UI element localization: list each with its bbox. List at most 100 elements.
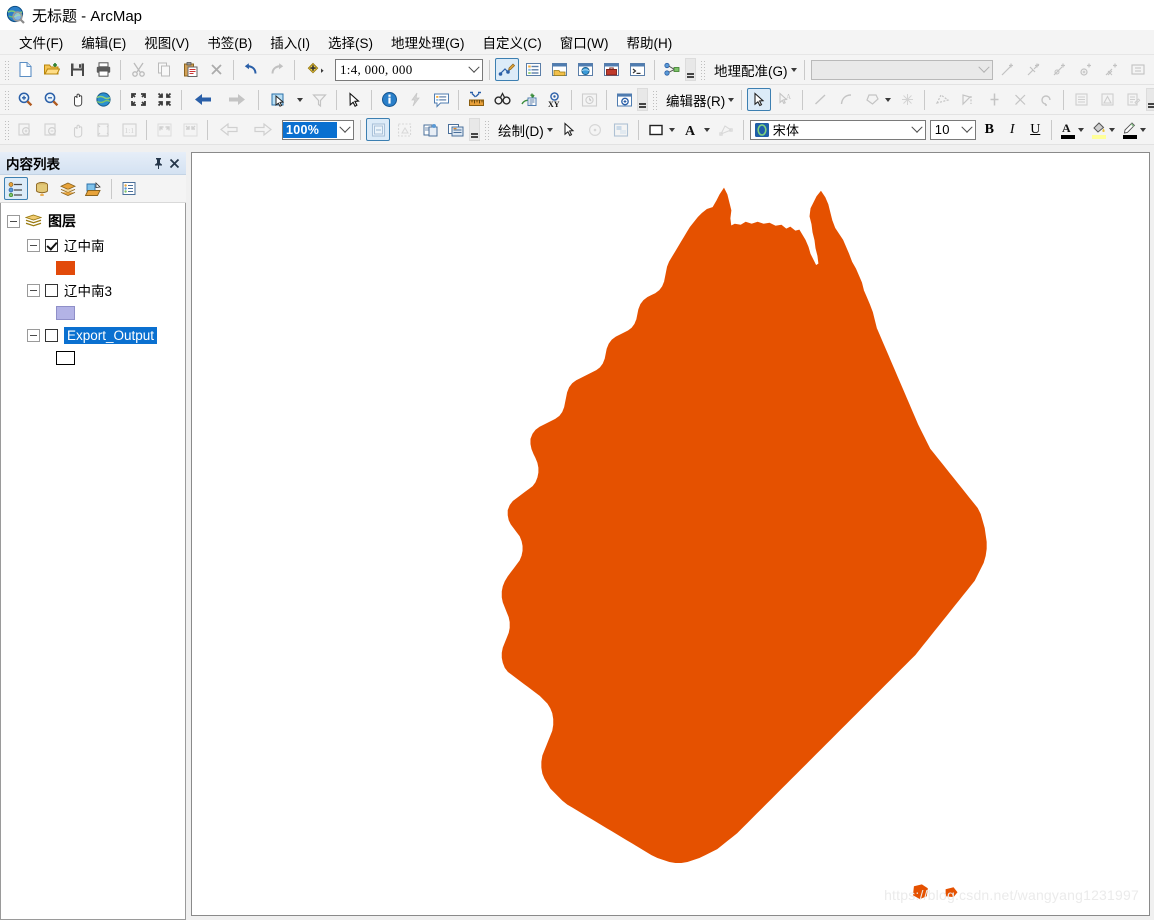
- paste-icon[interactable]: [178, 58, 202, 81]
- chevron-down-icon[interactable]: [885, 97, 892, 102]
- rotate-tool-icon[interactable]: [1008, 88, 1032, 111]
- layer-visibility-checkbox[interactable]: [45, 283, 58, 297]
- fixed-zoom-out-icon[interactable]: [152, 88, 176, 111]
- toc-layer-symbol-row[interactable]: [1, 347, 185, 368]
- toc-layer-liaozhongnan[interactable]: 辽中南: [1, 233, 185, 257]
- toolbar-overflow-icon[interactable]: [637, 88, 648, 111]
- layer-symbol-swatch[interactable]: [56, 305, 75, 320]
- new-text-icon[interactable]: A: [679, 118, 703, 141]
- toolbar-overflow-icon[interactable]: [1146, 88, 1154, 111]
- font-color-picker[interactable]: A: [1058, 119, 1087, 141]
- toc-layer-export-output[interactable]: Export_Output: [1, 323, 185, 347]
- construction-tools-icon[interactable]: [860, 88, 884, 111]
- new-map-icon[interactable]: [13, 58, 37, 81]
- map-data-frame[interactable]: https://blog.csdn.net/wangyang1231997: [191, 152, 1150, 916]
- zoom-whole-page-icon[interactable]: [91, 118, 115, 141]
- toolbar-grip[interactable]: [3, 88, 10, 111]
- line-color-picker[interactable]: [1120, 119, 1149, 141]
- pin-icon[interactable]: [150, 155, 166, 171]
- menu-edit[interactable]: 编辑(E): [72, 29, 135, 55]
- full-extent-icon[interactable]: [91, 88, 115, 111]
- list-by-selection-icon[interactable]: [82, 177, 106, 200]
- arc-segment-icon[interactable]: [834, 88, 858, 111]
- bold-button[interactable]: B: [979, 119, 1000, 141]
- toc-root-layers[interactable]: 图层: [1, 209, 185, 233]
- expander-icon[interactable]: [27, 283, 40, 297]
- editor-toolbar-icon[interactable]: [495, 58, 519, 81]
- toolbar-grip[interactable]: [3, 58, 10, 81]
- arctoolbox-icon[interactable]: [599, 58, 623, 81]
- chevron-down-icon[interactable]: [703, 127, 710, 132]
- editor-label[interactable]: 编辑器(R): [660, 90, 728, 110]
- toolbar-overflow-icon[interactable]: [685, 58, 696, 81]
- new-rectangle-icon[interactable]: [644, 118, 668, 141]
- chevron-down-icon[interactable]: [790, 67, 797, 72]
- layer-symbol-swatch[interactable]: [56, 260, 75, 275]
- italic-button[interactable]: I: [1002, 119, 1023, 141]
- list-by-visibility-icon[interactable]: [56, 177, 80, 200]
- chevron-down-icon[interactable]: [728, 97, 735, 102]
- create-viewer-window-icon[interactable]: [612, 88, 636, 111]
- georef-layer-combo[interactable]: [810, 59, 993, 80]
- reshape-feature-icon[interactable]: [956, 88, 980, 111]
- list-by-drawing-order-icon[interactable]: [4, 177, 28, 200]
- chevron-down-icon[interactable]: [976, 61, 992, 79]
- close-icon[interactable]: [166, 155, 182, 171]
- fixed-zoom-out-page-icon[interactable]: [178, 118, 202, 141]
- toc-layer-symbol-row[interactable]: [1, 302, 185, 323]
- delete-link-icon[interactable]: [1048, 58, 1072, 81]
- measure-icon[interactable]: [464, 88, 488, 111]
- font-family-combo[interactable]: 宋体: [749, 119, 926, 140]
- trace-icon[interactable]: [930, 88, 954, 111]
- add-data-icon[interactable]: [300, 58, 332, 81]
- toolbar-grip[interactable]: [483, 118, 490, 141]
- edit-vertices-draw-icon[interactable]: [714, 118, 738, 141]
- layout-zoom-combo[interactable]: 100%: [282, 119, 354, 140]
- vertex-edit-icon[interactable]: [895, 88, 919, 111]
- layer-symbol-swatch[interactable]: [56, 350, 75, 365]
- menu-file[interactable]: 文件(F): [10, 29, 72, 55]
- toolbar-overflow-icon[interactable]: [469, 118, 480, 141]
- layout-zoom-out-icon[interactable]: [39, 118, 63, 141]
- toc-layer-symbol-row[interactable]: [1, 257, 185, 278]
- chevron-down-icon[interactable]: [466, 60, 482, 80]
- cut-icon[interactable]: [126, 58, 150, 81]
- map-scale-combo[interactable]: 1:4, 000, 000: [335, 58, 483, 81]
- delete-icon[interactable]: [204, 58, 228, 81]
- search-window-icon[interactable]: [573, 58, 597, 81]
- arrange-elements-icon[interactable]: [609, 118, 633, 141]
- view-link-table-icon[interactable]: [1022, 58, 1046, 81]
- sketch-properties-icon[interactable]: [1069, 88, 1093, 111]
- toc-layer-liaozhongnan3[interactable]: 辽中南3: [1, 278, 185, 302]
- save-icon[interactable]: [65, 58, 89, 81]
- chevron-down-icon[interactable]: [1077, 127, 1084, 132]
- georeferencing-label[interactable]: 地理配准(G): [708, 60, 791, 80]
- copy-icon[interactable]: [152, 58, 176, 81]
- draw-label[interactable]: 绘制(D): [492, 120, 547, 140]
- expander-icon[interactable]: [27, 328, 40, 342]
- rotate-element-icon[interactable]: [583, 118, 607, 141]
- expander-icon[interactable]: [27, 238, 40, 252]
- select-elements-icon[interactable]: [342, 88, 366, 111]
- edit-annotation-tool-icon[interactable]: A: [773, 88, 797, 111]
- chevron-down-icon[interactable]: [1108, 127, 1115, 132]
- edit-sketch-icon[interactable]: [1121, 88, 1145, 111]
- clear-links-icon[interactable]: [1100, 58, 1124, 81]
- menu-customize[interactable]: 自定义(C): [474, 29, 551, 55]
- zoom-in-icon[interactable]: [13, 88, 37, 111]
- menu-window[interactable]: 窗口(W): [551, 29, 618, 55]
- find-icon[interactable]: [490, 88, 514, 111]
- zoom-out-icon[interactable]: [39, 88, 63, 111]
- chevron-down-icon[interactable]: [959, 121, 975, 139]
- toolbar-grip[interactable]: [699, 58, 706, 81]
- table-of-contents-icon[interactable]: [521, 58, 545, 81]
- toolbar-grip[interactable]: [3, 118, 10, 141]
- fixed-zoom-in-page-icon[interactable]: [152, 118, 176, 141]
- clear-selection-icon[interactable]: [307, 88, 331, 111]
- model-builder-icon[interactable]: [660, 58, 684, 81]
- chevron-down-icon[interactable]: [909, 121, 925, 139]
- go-back-extent-icon[interactable]: [187, 88, 219, 111]
- go-forward-layout-icon[interactable]: [247, 118, 279, 141]
- fit-to-display-icon[interactable]: [1126, 58, 1150, 81]
- toc-layer-tree[interactable]: 图层 辽中南 辽中南3 Export_Output: [0, 203, 186, 920]
